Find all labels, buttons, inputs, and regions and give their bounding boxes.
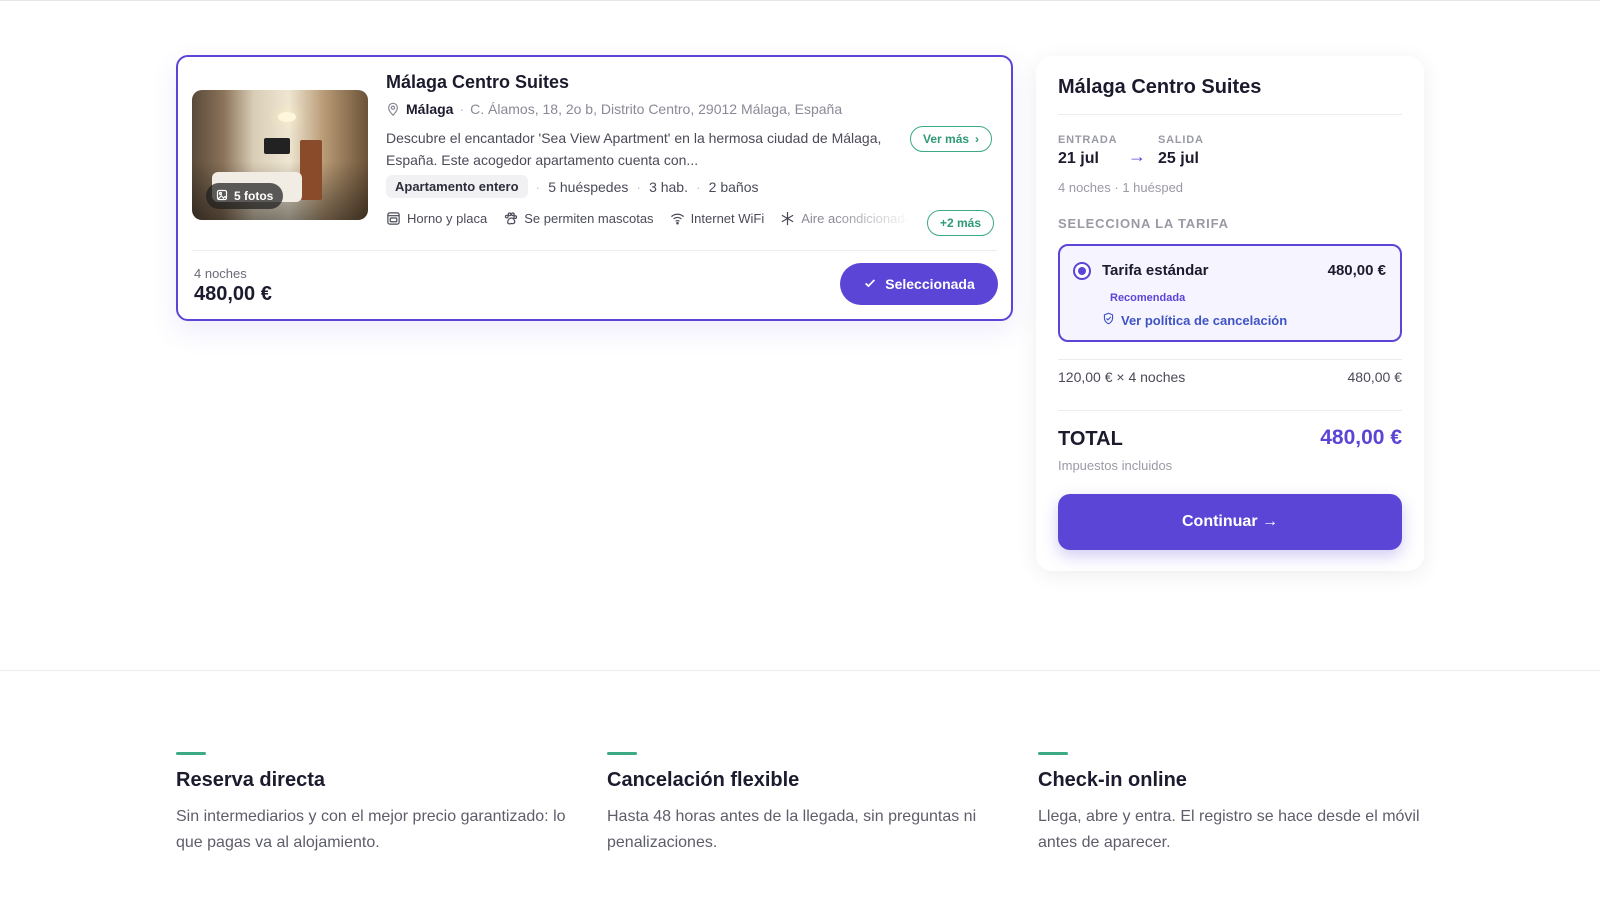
- checkout-label: SALIDA: [1158, 134, 1204, 146]
- amenity-wifi: Internet WiFi: [670, 211, 765, 226]
- photo-count-badge[interactable]: 5 fotos: [206, 183, 284, 209]
- listing-city: Málaga: [406, 101, 454, 117]
- location-pin-icon: [386, 102, 400, 116]
- rate-price: 480,00 €: [1327, 262, 1386, 279]
- top-divider: [0, 0, 1600, 1]
- photo-tv: [264, 138, 290, 154]
- photo-door: [300, 140, 322, 200]
- checkout-block[interactable]: SALIDA 25 jul: [1158, 134, 1204, 168]
- stay-summary: 4 noches · 1 huésped: [1058, 180, 1184, 195]
- see-more-button[interactable]: Ver más ›: [910, 126, 993, 152]
- feature-title: Reserva directa: [176, 769, 325, 791]
- listing-card[interactable]: 5 fotos Málaga Centro Suites Málaga · C.…: [176, 55, 1013, 321]
- booking-summary-panel: Málaga Centro Suites ENTRADA 21 jul → SA…: [1036, 56, 1424, 571]
- select-rate-heading: SELECCIONA LA TARIFA: [1058, 216, 1229, 231]
- rate-option-standard[interactable]: Tarifa estándar 480,00 € Recomendada Ver…: [1058, 244, 1402, 342]
- wifi-icon: [670, 211, 685, 226]
- total-label: TOTAL: [1058, 428, 1123, 450]
- photo-count-label: 5 fotos: [234, 189, 274, 203]
- total-value: 480,00 €: [1320, 426, 1402, 449]
- arrow-right-icon: →: [1128, 146, 1146, 166]
- feature-accent-bar: [1038, 752, 1068, 755]
- feature-text: Hasta 48 horas antes de la llegada, sin …: [607, 808, 977, 851]
- continue-button[interactable]: Continuar →: [1058, 494, 1402, 550]
- feature-text: Sin intermediarios y con el mejor precio…: [176, 808, 566, 851]
- amenity-oven: Horno y placa: [386, 211, 487, 226]
- property-type-chip: Apartamento entero: [386, 175, 528, 198]
- price-breakdown-row: 120,00 € × 4 noches 480,00 €: [1058, 369, 1402, 385]
- divider: [1058, 359, 1402, 360]
- photo-lamp: [278, 112, 296, 122]
- recommended-tag: Recomendada: [1110, 292, 1186, 304]
- feature-title: Cancelación flexible: [607, 769, 800, 791]
- listing-title[interactable]: Málaga Centro Suites: [386, 72, 569, 93]
- rooms-count: 3 hab.: [649, 178, 688, 195]
- amenity-air-conditioning: Aire acondicionado: [780, 211, 906, 226]
- policy-link-label: Ver política de cancelación: [1121, 312, 1288, 328]
- section-divider: [0, 670, 1600, 671]
- amenities-list: Horno y placa Se permiten mascotas Inter…: [386, 211, 906, 226]
- feature-direct-booking: Reserva directa Sin intermediarios y con…: [176, 752, 576, 856]
- amenity-label: Se permiten mascotas: [524, 211, 654, 226]
- amenity-label: Aire acondicionado: [801, 211, 906, 226]
- feature-flexible-cancellation: Cancelación flexible Hasta 48 horas ante…: [607, 752, 1007, 856]
- listing-facts: Apartamento entero · 5 huéspedes · 3 hab…: [386, 175, 759, 198]
- snowflake-icon: [780, 211, 795, 226]
- guests-count: 5 huéspedes: [548, 178, 629, 195]
- separator-dot: ·: [636, 178, 642, 195]
- cancellation-policy-link[interactable]: Ver política de cancelación: [1102, 312, 1287, 328]
- separator-dot: ·: [696, 178, 701, 195]
- divider: [1058, 410, 1402, 411]
- shield-check-icon: [1102, 312, 1115, 328]
- amenity-label: Horno y placa: [407, 211, 488, 226]
- rate-name: Tarifa estándar: [1102, 262, 1209, 279]
- feature-text: Llega, abre y entra. El registro se hace…: [1038, 808, 1420, 851]
- feature-title: Check-in online: [1038, 769, 1187, 791]
- amenity-label: Internet WiFi: [690, 211, 765, 226]
- chevron-right-icon: ›: [975, 132, 980, 146]
- image-icon: [216, 189, 228, 204]
- feature-online-checkin: Check-in online Llega, abre y entra. El …: [1038, 752, 1438, 856]
- selected-label: Seleccionada: [885, 276, 975, 292]
- divider: [1058, 114, 1402, 115]
- separator-dot: ·: [459, 101, 465, 117]
- checkin-label: ENTRADA: [1058, 134, 1118, 146]
- checkmark-icon: [863, 276, 877, 293]
- line-item-value: 480,00 €: [1347, 369, 1403, 385]
- baths-count: 2 baños: [708, 178, 759, 195]
- oven-icon: [386, 211, 401, 226]
- feature-accent-bar: [176, 752, 206, 755]
- booking-title: Málaga Centro Suites: [1058, 76, 1262, 98]
- listing-description: Descubre el encantador 'Sea View Apartme…: [386, 130, 882, 168]
- listing-photo[interactable]: 5 fotos: [192, 90, 368, 220]
- listing-address: Málaga · C. Álamos, 18, 2o b, Distrito C…: [386, 101, 842, 117]
- listing-street: C. Álamos, 18, 2o b, Distrito Centro, 29…: [470, 101, 843, 117]
- rate-radio[interactable]: [1073, 262, 1091, 280]
- line-item-label: 120,00 € × 4 noches: [1058, 369, 1186, 385]
- nights-label: 4 noches: [194, 266, 247, 281]
- card-divider: [192, 250, 997, 251]
- separator-dot: ·: [535, 178, 541, 195]
- more-amenities-button[interactable]: +2 más: [927, 210, 995, 236]
- tax-note: Impuestos incluidos: [1058, 458, 1173, 473]
- see-more-label: Ver más: [923, 132, 970, 146]
- feature-accent-bar: [607, 752, 637, 755]
- amenity-pets: Se permiten mascotas: [503, 211, 654, 226]
- checkin-block[interactable]: ENTRADA 21 jul: [1058, 134, 1117, 168]
- listing-price: 480,00 €: [194, 283, 272, 305]
- checkout-date: 25 jul: [1158, 150, 1199, 167]
- checkin-date: 21 jul: [1058, 150, 1099, 167]
- selected-button[interactable]: Seleccionada: [840, 263, 998, 305]
- paw-icon: [503, 211, 518, 226]
